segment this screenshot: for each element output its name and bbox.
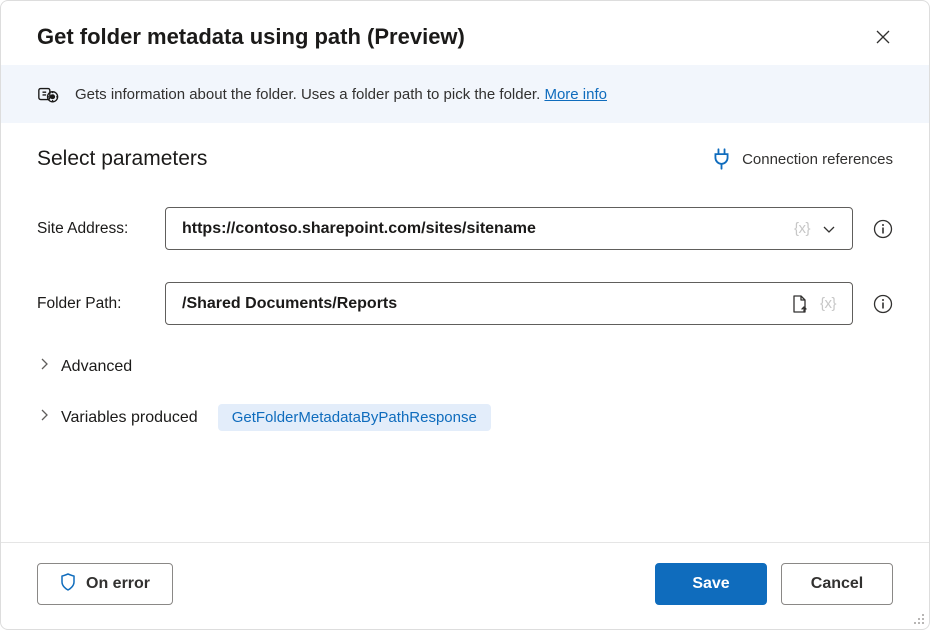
body: Select parameters Connection references …	[1, 123, 929, 542]
folder-path-input-wrap[interactable]: {x}	[165, 282, 853, 325]
chevron-right-icon	[37, 357, 51, 376]
dialog: Get folder metadata using path (Preview)…	[0, 0, 930, 630]
variable-token[interactable]: GetFolderMetadataByPathResponse	[218, 404, 491, 431]
info-bar: Gets information about the folder. Uses …	[1, 65, 929, 123]
folder-path-row: Folder Path: {x}	[37, 282, 893, 325]
connection-references-button[interactable]: Connection references	[713, 148, 893, 170]
footer: On error Save Cancel	[1, 542, 929, 629]
variables-expander[interactable]: Variables produced	[37, 408, 198, 427]
site-dropdown-button[interactable]	[816, 221, 842, 237]
header: Get folder metadata using path (Preview)	[1, 1, 929, 65]
shield-icon	[60, 573, 76, 596]
variables-row: Variables produced GetFolderMetadataByPa…	[37, 404, 893, 431]
plug-icon	[713, 148, 730, 170]
section-header: Select parameters Connection references	[37, 147, 893, 171]
folder-path-input[interactable]	[180, 283, 786, 324]
info-icon	[873, 219, 893, 239]
variable-token-button[interactable]: {x}	[788, 220, 816, 237]
resize-grip[interactable]	[911, 611, 925, 625]
footer-buttons: Save Cancel	[655, 563, 893, 605]
folder-picker-button[interactable]	[786, 294, 814, 314]
variable-token-button[interactable]: {x}	[814, 295, 842, 312]
chevron-right-icon	[37, 408, 51, 427]
more-info-link[interactable]: More info	[544, 86, 607, 103]
advanced-expander[interactable]: Advanced	[37, 357, 893, 376]
connection-references-label: Connection references	[742, 151, 893, 168]
on-error-button[interactable]: On error	[37, 563, 173, 605]
site-help-button[interactable]	[873, 219, 893, 239]
chevron-down-icon	[821, 221, 837, 237]
info-text-container: Gets information about the folder. Uses …	[75, 86, 607, 103]
file-picker-icon	[791, 294, 809, 314]
info-text: Gets information about the folder. Uses …	[75, 86, 544, 103]
section-title: Select parameters	[37, 147, 207, 171]
dialog-title: Get folder metadata using path (Preview)	[37, 24, 465, 50]
advanced-label: Advanced	[61, 358, 132, 376]
folder-path-label: Folder Path:	[37, 295, 145, 313]
close-icon	[875, 29, 891, 45]
close-button[interactable]	[869, 23, 897, 51]
save-button[interactable]: Save	[655, 563, 767, 605]
site-address-row: Site Address: {x}	[37, 207, 893, 250]
variables-label: Variables produced	[61, 409, 198, 427]
site-address-input[interactable]	[180, 208, 788, 249]
site-address-label: Site Address:	[37, 220, 145, 238]
info-icon	[873, 294, 893, 314]
on-error-label: On error	[86, 575, 150, 593]
site-address-input-wrap[interactable]: {x}	[165, 207, 853, 250]
action-icon	[37, 83, 59, 105]
folder-help-button[interactable]	[873, 294, 893, 314]
cancel-button[interactable]: Cancel	[781, 563, 893, 605]
